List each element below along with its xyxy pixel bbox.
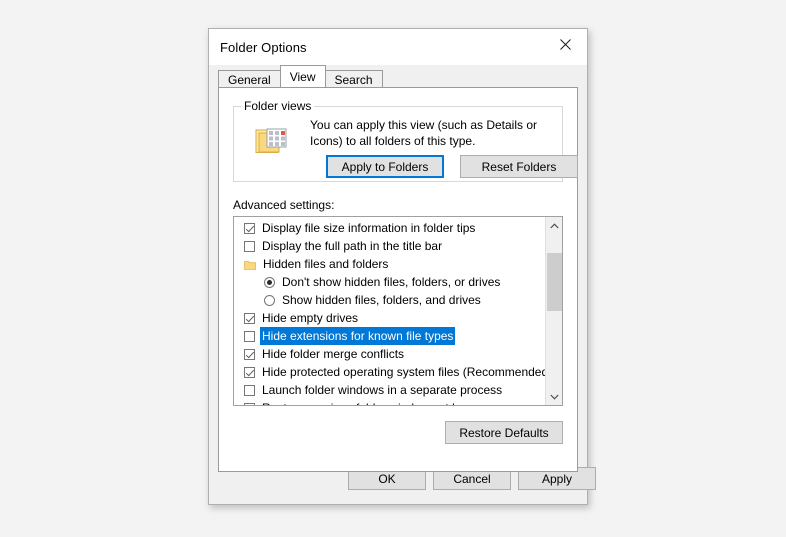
folder-views-group-title: Folder views xyxy=(241,99,315,113)
reset-folders-button[interactable]: Reset Folders xyxy=(460,155,578,178)
advanced-setting-row[interactable]: Hide extensions for known file types xyxy=(234,327,545,345)
advanced-setting-label: Show hidden files, folders, and drives xyxy=(282,293,481,307)
folder-icon xyxy=(244,259,256,270)
advanced-setting-label: Hide folder merge conflicts xyxy=(262,347,405,361)
advanced-setting-label: Launch folder windows in a separate proc… xyxy=(262,383,503,397)
folder-views-description: You can apply this view (such as Details… xyxy=(310,118,538,148)
advanced-setting-row[interactable]: Hide protected operating system files (R… xyxy=(234,363,552,381)
checkbox-icon[interactable] xyxy=(244,384,255,396)
tab-search[interactable]: Search xyxy=(324,70,383,87)
checkbox-icon[interactable] xyxy=(244,312,255,324)
advanced-setting-row[interactable]: Don't show hidden files, folders, or dri… xyxy=(234,273,545,291)
advanced-setting-row[interactable]: Hidden files and folders xyxy=(234,255,545,273)
tab-search-label: Search xyxy=(334,73,373,87)
advanced-settings-label: Advanced settings: xyxy=(233,198,335,212)
tab-strip: General View Search xyxy=(218,65,587,87)
view-tab-panel: Folder views You can apply this view (su… xyxy=(218,87,578,472)
checkbox-icon[interactable] xyxy=(244,348,255,360)
checkbox-icon[interactable] xyxy=(244,330,255,342)
chevron-down-icon[interactable] xyxy=(546,388,562,405)
tab-view[interactable]: View xyxy=(279,65,326,87)
folder-details-view-icon xyxy=(254,125,288,157)
advanced-setting-row[interactable]: Launch folder windows in a separate proc… xyxy=(234,381,545,399)
advanced-setting-label: Display the full path in the title bar xyxy=(262,239,443,253)
advanced-setting-row[interactable]: Display file size information in folder … xyxy=(234,219,545,237)
apply-to-folders-button[interactable]: Apply to Folders xyxy=(326,155,444,178)
advanced-settings-list: Display file size information in folder … xyxy=(234,217,552,405)
advanced-setting-label: Restore previous folder windows at logon xyxy=(260,399,483,405)
advanced-setting-label: Hide extensions for known file types xyxy=(260,327,456,345)
advanced-setting-row[interactable]: Show hidden files, folders, and drives xyxy=(234,291,545,309)
advanced-setting-label: Hidden files and folders xyxy=(263,257,389,271)
folder-options-dialog: Folder Options General View Search Folde… xyxy=(208,28,596,505)
advanced-setting-label: Display file size information in folder … xyxy=(262,221,476,235)
chevron-up-icon[interactable] xyxy=(546,217,562,234)
advanced-settings-scrollbar[interactable] xyxy=(545,217,562,405)
scrollbar-thumb[interactable] xyxy=(547,253,562,311)
advanced-setting-label: Don't show hidden files, folders, or dri… xyxy=(282,275,501,289)
advanced-setting-row[interactable]: Restore previous folder windows at logon xyxy=(234,399,545,405)
tab-general-label: General xyxy=(228,73,271,87)
dialog-titlebar: Folder Options xyxy=(209,29,587,65)
folder-views-groupbox: Folder views You can apply this view (su… xyxy=(233,99,578,182)
checkbox-icon[interactable] xyxy=(244,240,255,252)
tab-general[interactable]: General xyxy=(218,70,281,87)
advanced-setting-label: Hide empty drives xyxy=(262,311,359,325)
dialog-title: Folder Options xyxy=(220,40,307,55)
radio-button-icon[interactable] xyxy=(264,276,275,288)
advanced-setting-row[interactable]: Hide empty drives xyxy=(234,309,545,327)
checkbox-icon[interactable] xyxy=(244,366,255,378)
advanced-setting-row[interactable]: Hide folder merge conflicts xyxy=(234,345,545,363)
advanced-setting-row[interactable]: Display the full path in the title bar xyxy=(234,237,545,255)
close-icon[interactable] xyxy=(543,29,587,60)
checkbox-icon[interactable] xyxy=(244,222,255,234)
advanced-setting-label: Hide protected operating system files (R… xyxy=(262,365,553,379)
advanced-settings-listbox[interactable]: Display file size information in folder … xyxy=(233,216,563,406)
checkbox-icon[interactable] xyxy=(244,402,255,405)
tab-view-label: View xyxy=(289,70,316,84)
radio-button-icon[interactable] xyxy=(264,294,275,306)
restore-defaults-button[interactable]: Restore Defaults xyxy=(445,421,563,444)
